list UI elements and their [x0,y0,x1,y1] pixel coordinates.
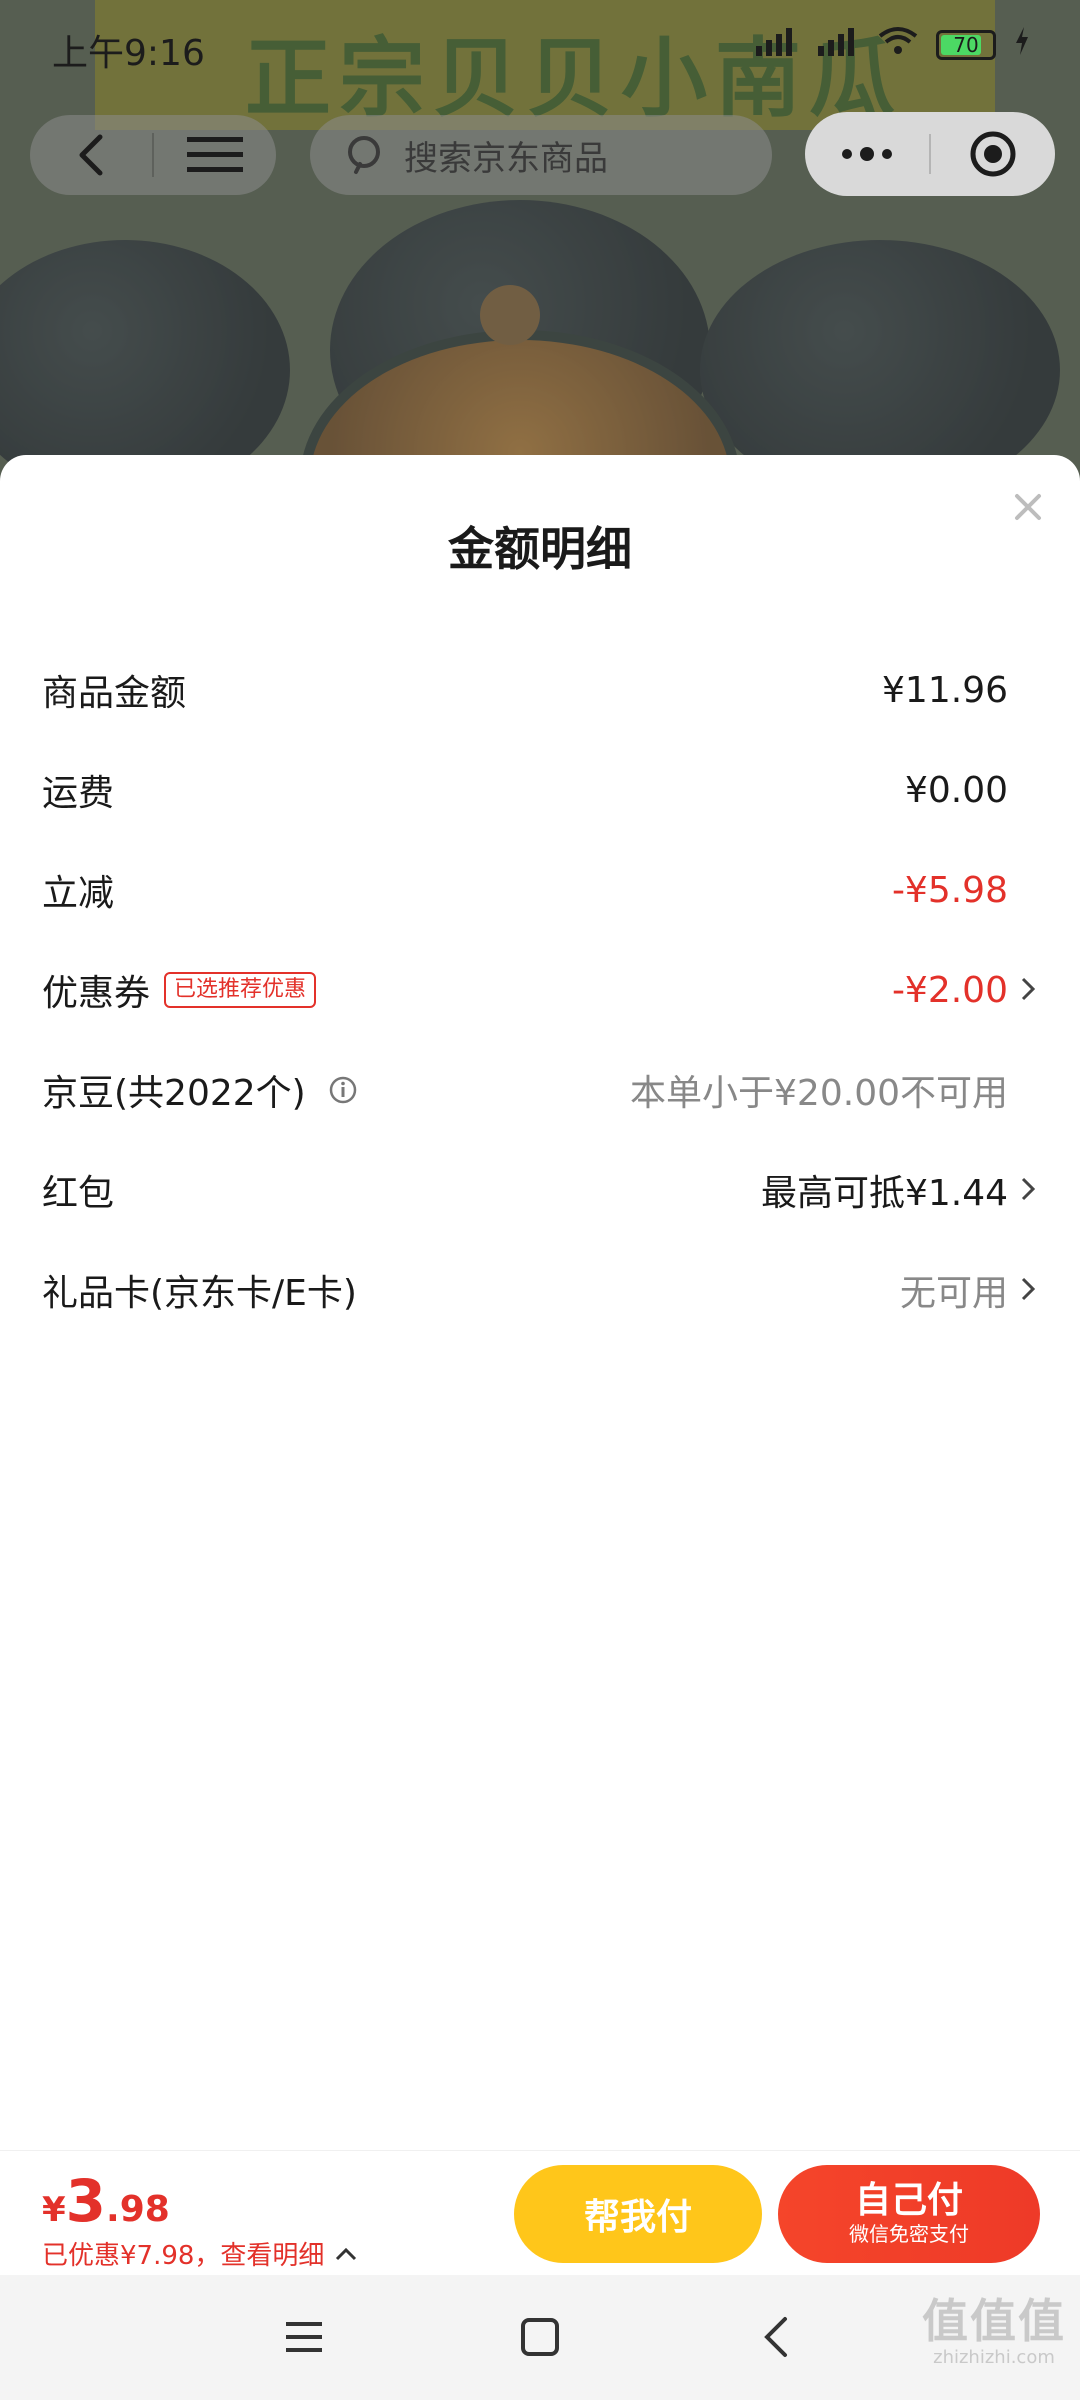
wifi-icon [878,26,918,63]
row-label: 运费 [42,773,115,814]
home-button[interactable] [510,2307,570,2367]
view-detail-link[interactable]: 已优惠¥7.98，查看明细 [42,2235,358,2272]
battery-icon: 70 [936,29,996,60]
self-pay-sub: 微信免密支付 [849,2222,969,2246]
price-integer: 3 [65,2167,107,2235]
signal-icon-2 [816,26,860,63]
watermark-url: zhizhizhi.com [933,2347,1055,2368]
row-label: 京豆(共2022个) [42,1064,358,1116]
info-icon[interactable] [328,1075,358,1105]
help-me-pay-button[interactable]: 帮我付 [514,2165,762,2263]
row-label: 红包 [42,1173,115,1214]
row-value: 本单小于¥20.00不可用 [630,1073,1008,1114]
menu-lines-icon [286,2322,322,2352]
row-shipping: 运费 ¥0.00 [0,740,1080,840]
sheet-title: 金额明细 [448,522,632,576]
row-gift-card[interactable]: 礼品卡(京东卡/E卡) 无可用 [0,1240,1080,1340]
close-icon [1015,494,1041,520]
hamburger-icon [187,137,243,172]
pay-bar: ¥ 3 .98 已优惠¥7.98，查看明细 帮我付 自己付 微信免密支付 [0,2150,1080,2275]
recent-apps-button[interactable] [274,2307,334,2367]
miniprogram-capsule [805,112,1055,196]
amount-detail-sheet: 金额明细 商品金额 ¥11.96 运费 ¥0.00 立减 -¥5.98 优惠券 … [0,455,1080,2155]
self-pay-label: 自己付 [854,2180,963,2221]
row-value: -¥2.00 [891,969,1008,1011]
back-arrow-icon [764,2317,787,2357]
close-button[interactable] [1004,483,1052,531]
row-label: 优惠券 已选推荐优惠 [42,964,317,1016]
price-currency: ¥ [42,2190,66,2230]
row-coupon[interactable]: 优惠券 已选推荐优惠 -¥2.00 [0,940,1080,1040]
charging-icon [1014,27,1030,62]
row-label: 礼品卡(京东卡/E卡) [42,1273,357,1314]
target-icon [970,131,1016,177]
search-input[interactable]: 搜索京东商品 [310,115,772,195]
watermark: 值值值 zhizhizhi.com [922,2295,1066,2369]
recommended-tag: 已选推荐优惠 [164,972,317,1008]
row-value: ¥11.96 [882,669,1008,711]
nav-capsule [30,115,276,195]
self-pay-button[interactable]: 自己付 微信免密支付 [778,2165,1040,2263]
status-bar: 上午9:16 70 [0,0,1080,90]
row-value: -¥5.98 [891,869,1008,911]
signal-icon [754,26,798,63]
watermark-text: 值值值 [922,2294,1066,2348]
battery-level: 70 [953,32,979,57]
chevron-right-icon [1021,977,1036,1001]
saved-text: 已优惠¥7.98，查看明细 [42,2241,325,2271]
row-value: 无可用 [899,1273,1008,1314]
coupon-label: 优惠券 [42,973,151,1014]
more-dots-icon [842,147,892,161]
chevron-left-icon [79,134,103,176]
chevron-right-icon [1021,1277,1036,1301]
status-time: 上午9:16 [52,33,205,74]
amount-rows: 商品金额 ¥11.96 运费 ¥0.00 立减 -¥5.98 优惠券 已选推荐优… [0,640,1080,1340]
row-value: 最高可抵¥1.44 [760,1173,1008,1214]
search-icon [348,136,380,174]
row-instant-discount: 立减 -¥5.98 [0,840,1080,940]
row-value: ¥0.00 [904,769,1008,811]
back-button[interactable] [30,115,152,195]
row-label: 商品金额 [42,673,187,714]
jingdou-label: 京豆(共2022个) [42,1073,306,1114]
chevron-right-icon [1021,1177,1036,1201]
menu-button[interactable] [154,115,276,195]
row-jingdou: 京豆(共2022个) 本单小于¥20.00不可用 [0,1040,1080,1140]
row-goods-amount: 商品金额 ¥11.96 [0,640,1080,740]
row-label: 立减 [42,873,115,914]
status-icons: 70 [754,26,1030,63]
system-back-button[interactable] [746,2307,806,2367]
close-miniprogram-button[interactable] [931,112,1055,196]
total-price: ¥ 3 .98 [42,2167,170,2235]
search-placeholder: 搜索京东商品 [404,138,608,179]
chevron-up-icon [336,2247,357,2260]
row-red-packet[interactable]: 红包 最高可抵¥1.44 [0,1140,1080,1240]
more-button[interactable] [805,112,929,196]
system-nav-bar: 值值值 zhizhizhi.com [0,2275,1080,2400]
price-decimal: .98 [106,2189,170,2230]
square-icon [521,2318,559,2356]
